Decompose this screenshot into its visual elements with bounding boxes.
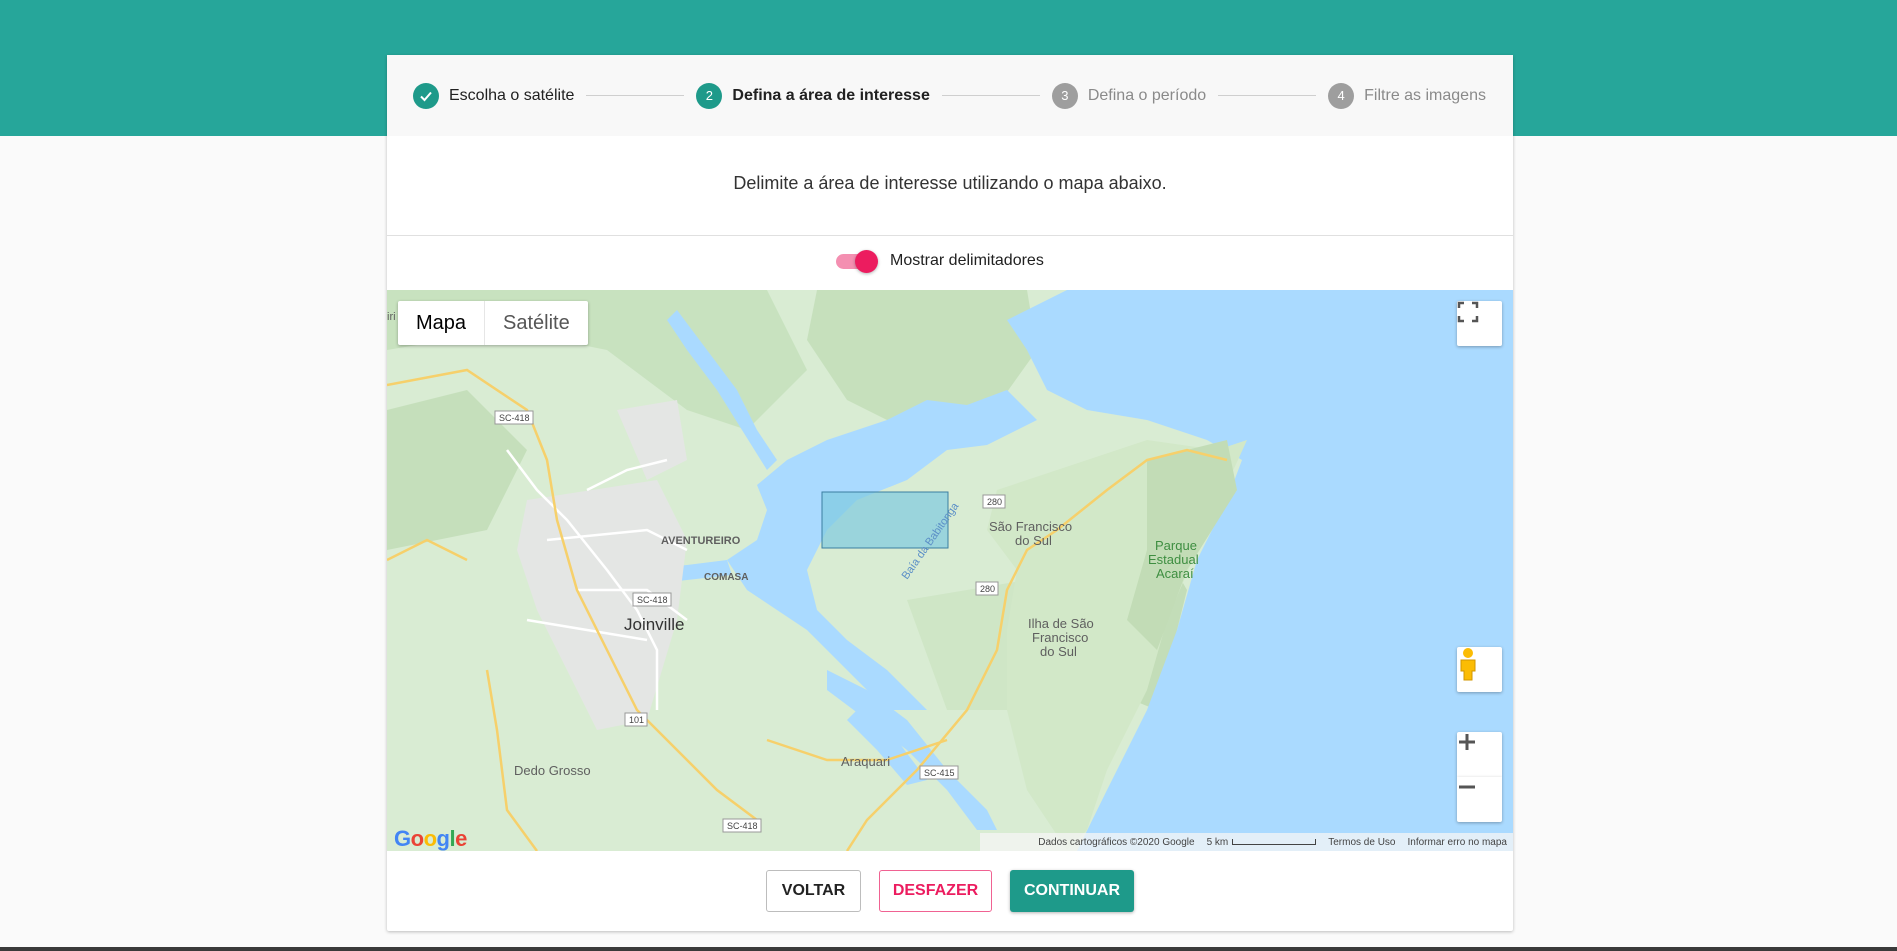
map-data-credit: Dados cartográficos ©2020 Google — [1038, 836, 1195, 848]
map-label-joinville: Joinville — [624, 615, 684, 634]
map-label-estadual: Estadual — [1148, 552, 1199, 567]
map-scale[interactable]: 5 km — [1207, 837, 1317, 848]
terms-link[interactable]: Termos de Uso — [1328, 837, 1395, 848]
step-4[interactable]: 4 Filtre as imagens — [1328, 82, 1486, 109]
step-connector — [586, 95, 685, 96]
step-4-label: Filtre as imagens — [1364, 86, 1486, 104]
shield-sc418-c: SC-418 — [727, 821, 758, 831]
shield-sc418-b: SC-418 — [637, 595, 668, 605]
map-label-do-sul: do Sul — [1015, 533, 1052, 548]
step-3-label: Defina o período — [1087, 86, 1207, 104]
action-bar: VOLTAR DESFAZER CONTINUAR — [387, 870, 1513, 912]
zoom-in-button[interactable] — [1457, 732, 1502, 777]
plus-icon — [1459, 734, 1475, 750]
map-label-parque: Parque — [1155, 538, 1197, 553]
toggle-label: Mostrar delimitadores — [890, 252, 1044, 269]
map-label-araquari: Araquari — [841, 754, 890, 769]
instruction-text: Delimite a área de interesse utilizando … — [733, 173, 1167, 193]
shield-280-a: 280 — [987, 497, 1002, 507]
step-connector — [941, 95, 1040, 96]
toggle-knob[interactable] — [855, 250, 878, 273]
map-label-aventureiro: AVENTUREIRO — [661, 535, 741, 547]
step-4-number: 4 — [1328, 82, 1355, 109]
map-scale-label: 5 km — [1206, 836, 1229, 848]
map-type-map-button[interactable]: Mapa — [398, 301, 486, 345]
divider — [387, 235, 1513, 236]
step-2-number: 2 — [696, 82, 723, 109]
map-label-comasa: COMASA — [704, 572, 748, 583]
map-type-control: Mapa Satélite — [398, 301, 588, 345]
map-label-acarai: Acaraí — [1156, 566, 1194, 581]
report-error-link[interactable]: Informar erro no mapa — [1408, 837, 1508, 848]
pegman-icon — [1460, 648, 1476, 681]
zoom-out-button[interactable] — [1457, 777, 1502, 822]
shield-sc415: SC-415 — [924, 768, 955, 778]
street-view-button[interactable] — [1457, 647, 1502, 692]
map-label-dedo-grosso: Dedo Grosso — [514, 763, 591, 778]
fullscreen-icon — [1457, 301, 1479, 323]
undo-button[interactable]: DESFAZER — [879, 870, 992, 912]
stepper: Escolha o satélite 2 Defina a área de in… — [387, 55, 1513, 136]
minus-icon — [1459, 785, 1475, 789]
map-label-francisco: Francisco — [1032, 630, 1088, 645]
google-logo: Google — [394, 826, 467, 851]
map-canvas[interactable]: AVENTUREIRO COMASA Joinville Dedo Grosso… — [387, 290, 1513, 851]
map-scale-bar — [1232, 839, 1317, 845]
step-2-label: Defina a área de interesse — [732, 86, 930, 104]
continue-button[interactable]: CONTINUAR — [1010, 870, 1134, 912]
step-3[interactable]: 3 Defina o período — [1051, 82, 1207, 109]
map-label-do-sul-2: do Sul — [1040, 644, 1077, 659]
map-type-satellite-button[interactable]: Satélite — [485, 301, 588, 345]
bottom-edge — [0, 947, 1897, 951]
wizard-card: Escolha o satélite 2 Defina a área de in… — [387, 55, 1513, 931]
step-3-number: 3 — [1051, 82, 1078, 109]
step-connector — [1218, 95, 1317, 96]
shield-101: 101 — [629, 715, 644, 725]
map-label-ilha: Ilha de São — [1028, 616, 1094, 631]
map-label-sao-francisco: São Francisco — [989, 519, 1072, 534]
delimiters-toggle[interactable] — [836, 250, 878, 273]
shield-280-b: 280 — [980, 584, 995, 594]
back-button[interactable]: VOLTAR — [766, 870, 861, 912]
step-2[interactable]: 2 Defina a área de interesse — [696, 82, 930, 109]
shield-sc418-a: SC-418 — [499, 413, 530, 423]
check-icon — [413, 82, 439, 109]
step-1-label: Escolha o satélite — [449, 86, 575, 104]
step-1[interactable]: Escolha o satélite — [413, 82, 575, 109]
toggle-row: Mostrar delimitadores — [387, 248, 1513, 278]
map-label-edge: iri — [387, 311, 396, 323]
fullscreen-button[interactable] — [1457, 301, 1502, 346]
map[interactable]: AVENTUREIRO COMASA Joinville Dedo Grosso… — [387, 290, 1513, 851]
map-attribution: Dados cartográficos ©2020 Google 5 km Te… — [980, 833, 1513, 851]
